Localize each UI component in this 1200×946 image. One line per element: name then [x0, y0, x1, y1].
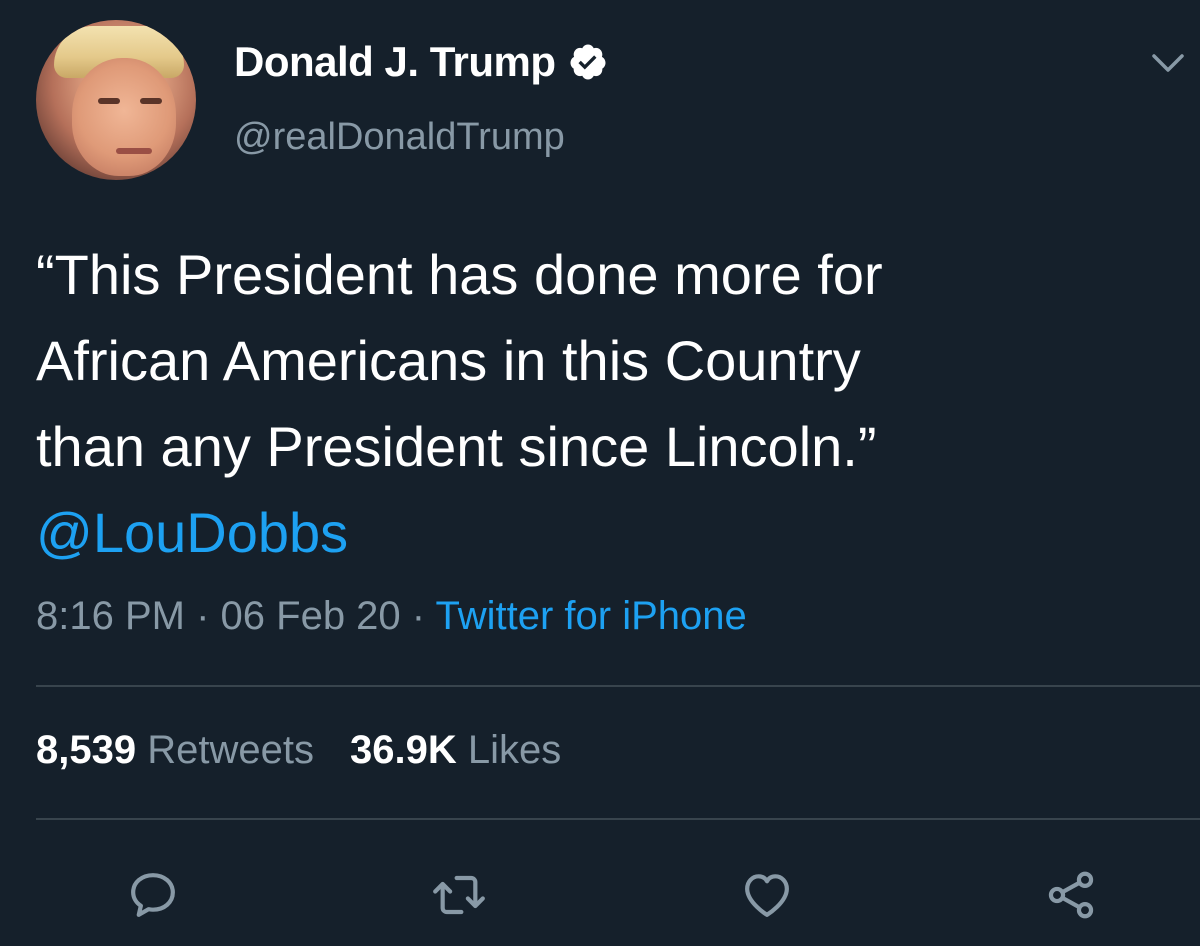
mention-link[interactable]: @LouDobbs: [36, 490, 1156, 576]
retweets-count: 8,539: [36, 728, 137, 772]
divider: [36, 685, 1200, 687]
tweet-source-link[interactable]: Twitter for iPhone: [436, 594, 747, 638]
like-button[interactable]: [732, 860, 802, 930]
divider: [36, 818, 1200, 820]
user-handle[interactable]: @realDonaldTrump: [234, 116, 565, 159]
tweet-time: 8:16 PM: [36, 594, 185, 638]
chevron-down-icon[interactable]: [1150, 50, 1186, 78]
tweet-meta: 8:16 PM · 06 Feb 20 · Twitter for iPhone: [36, 594, 747, 639]
share-icon: [1048, 871, 1094, 919]
tweet-text-line: “This President has done more for: [36, 243, 883, 306]
share-button[interactable]: [1036, 860, 1106, 930]
user-display-name[interactable]: Donald J. Trump: [234, 38, 556, 86]
action-bar: [0, 860, 1200, 930]
verified-badge-icon: [570, 44, 606, 80]
user-name-row[interactable]: Donald J. Trump: [234, 38, 608, 86]
tweet-text: “This President has done more for Africa…: [36, 232, 1156, 576]
tweet-date: 06 Feb 20: [220, 594, 401, 638]
retweet-button[interactable]: [424, 860, 494, 930]
meta-separator: ·: [411, 594, 436, 638]
likes-label: Likes: [467, 728, 562, 772]
retweets-stat[interactable]: 8,539 Retweets: [36, 728, 314, 773]
avatar-mouth: [116, 148, 152, 154]
meta-separator: ·: [196, 594, 221, 638]
avatar-face: [72, 58, 176, 176]
tweet-detail: Donald J. Trump @realDonaldTrump “This P…: [0, 0, 1200, 946]
retweets-label: Retweets: [147, 728, 314, 772]
retweet-icon: [433, 875, 485, 915]
avatar-eye-right: [140, 98, 162, 104]
tweet-stats: 8,539 Retweets 36.9K Likes: [36, 728, 561, 773]
reply-button[interactable]: [118, 860, 188, 930]
tweet-text-line: than any President since Lincoln.”: [36, 415, 877, 478]
likes-stat[interactable]: 36.9K Likes: [350, 728, 561, 773]
avatar-eye-left: [98, 98, 120, 104]
reply-icon: [131, 873, 175, 917]
avatar[interactable]: [36, 20, 196, 180]
likes-count: 36.9K: [349, 728, 457, 772]
tweet-text-line: African Americans in this Country: [36, 329, 861, 392]
heart-icon: [745, 874, 789, 917]
